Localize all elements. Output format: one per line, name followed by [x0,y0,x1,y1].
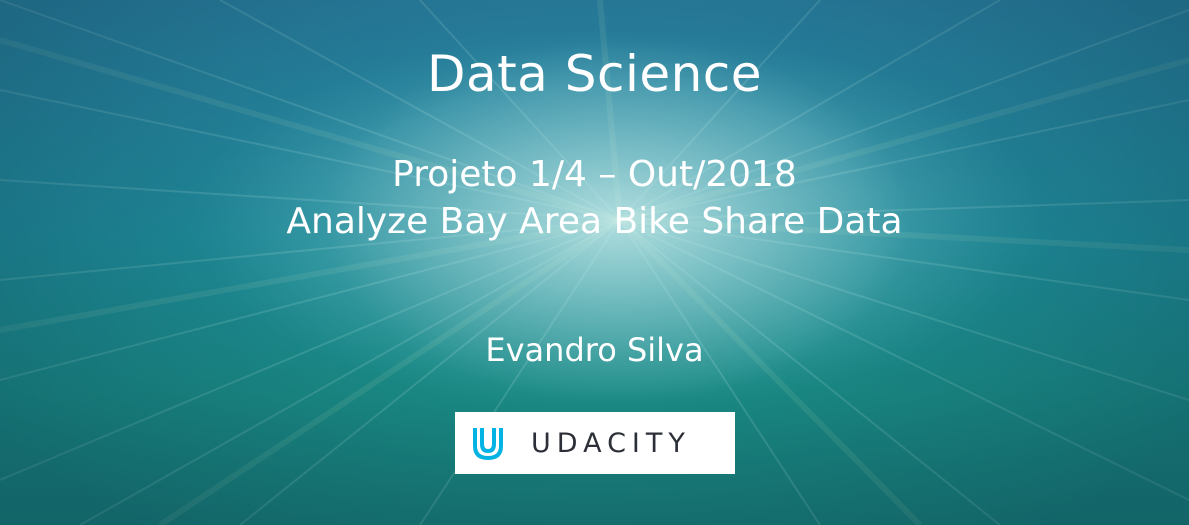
author-name: Evandro Silva [485,331,704,369]
subtitle-project: Projeto 1/4 – Out/2018 [392,154,797,195]
subtitle-analysis: Analyze Bay Area Bike Share Data [286,201,903,242]
slide-content: Data Science Projeto 1/4 – Out/2018 Anal… [0,0,1189,525]
udacity-logo-icon [473,428,503,460]
slide-title: Data Science [426,45,763,103]
udacity-logo: UDACITY [455,412,735,474]
udacity-logo-text: UDACITY [531,427,691,459]
title-slide: Data Science Projeto 1/4 – Out/2018 Anal… [0,0,1189,525]
